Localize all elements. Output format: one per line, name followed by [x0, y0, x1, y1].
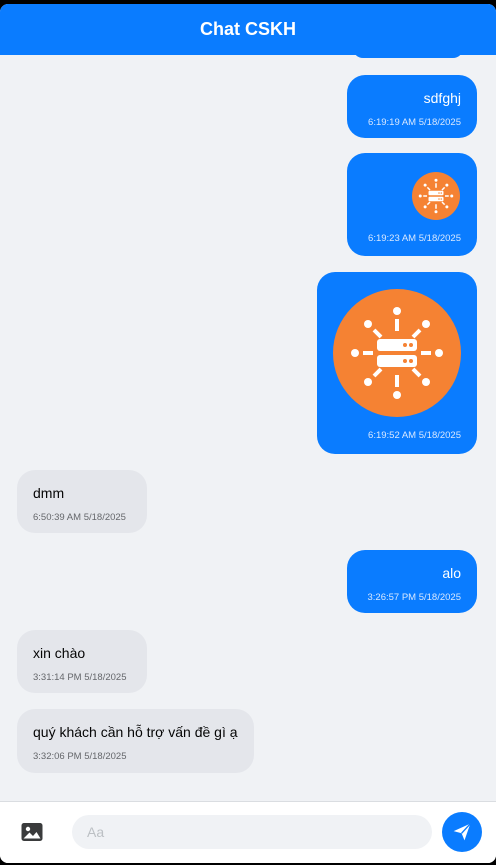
message-text: quý khách cần hỗ trợ vấn đề gì ạ	[33, 724, 238, 740]
message-composer	[0, 801, 496, 863]
message-bubble-image: 6:19:23 AM 5/18/2025	[347, 153, 477, 256]
chat-window: Chat CSKH sdfghj 6:19:19 AM 5/18/2025 6:…	[0, 4, 496, 863]
server-network-icon[interactable]	[412, 172, 460, 220]
chat-title: Chat CSKH	[199, 19, 296, 39]
message-timestamp: 3:26:57 PM 5/18/2025	[367, 592, 462, 603]
message-input[interactable]	[72, 815, 432, 849]
message-list[interactable]: sdfghj 6:19:19 AM 5/18/2025 6:19:23 AM 5…	[0, 55, 496, 801]
message-bubble-image: 6:19:52 AM 5/18/2025	[317, 272, 477, 454]
message-text: sdfghj	[423, 90, 461, 106]
send-icon	[453, 823, 471, 841]
message-bubble-outgoing: alo 3:26:57 PM 5/18/2025	[347, 550, 477, 613]
message-timestamp: 6:19:23 AM 5/18/2025	[368, 233, 461, 244]
message-bubble-outgoing: sdfghj 6:19:19 AM 5/18/2025	[347, 75, 477, 138]
message-text: alo	[442, 565, 461, 581]
message-text: xin chào	[33, 645, 86, 661]
message-timestamp: 3:31:14 PM 5/18/2025	[33, 672, 127, 683]
message-bubble-incoming: quý khách cần hỗ trợ vấn đề gì ạ 3:32:06…	[17, 709, 254, 773]
message-timestamp: 6:19:52 AM 5/18/2025	[368, 430, 461, 441]
message-bubble-incoming: xin chào 3:31:14 PM 5/18/2025	[17, 630, 147, 693]
message-timestamp: 3:32:06 PM 5/18/2025	[33, 751, 127, 762]
server-network-icon[interactable]	[333, 289, 461, 417]
image-icon[interactable]	[20, 820, 44, 844]
send-button[interactable]	[442, 812, 482, 852]
chat-header: Chat CSKH	[0, 4, 496, 55]
message-timestamp: 6:19:19 AM 5/18/2025	[368, 117, 461, 128]
message-bubble-incoming: dmm 6:50:39 AM 5/18/2025	[17, 470, 147, 533]
message-timestamp: 6:50:39 AM 5/18/2025	[33, 512, 126, 523]
message-text: dmm	[33, 485, 65, 501]
message-bubble-partial	[353, 55, 463, 58]
